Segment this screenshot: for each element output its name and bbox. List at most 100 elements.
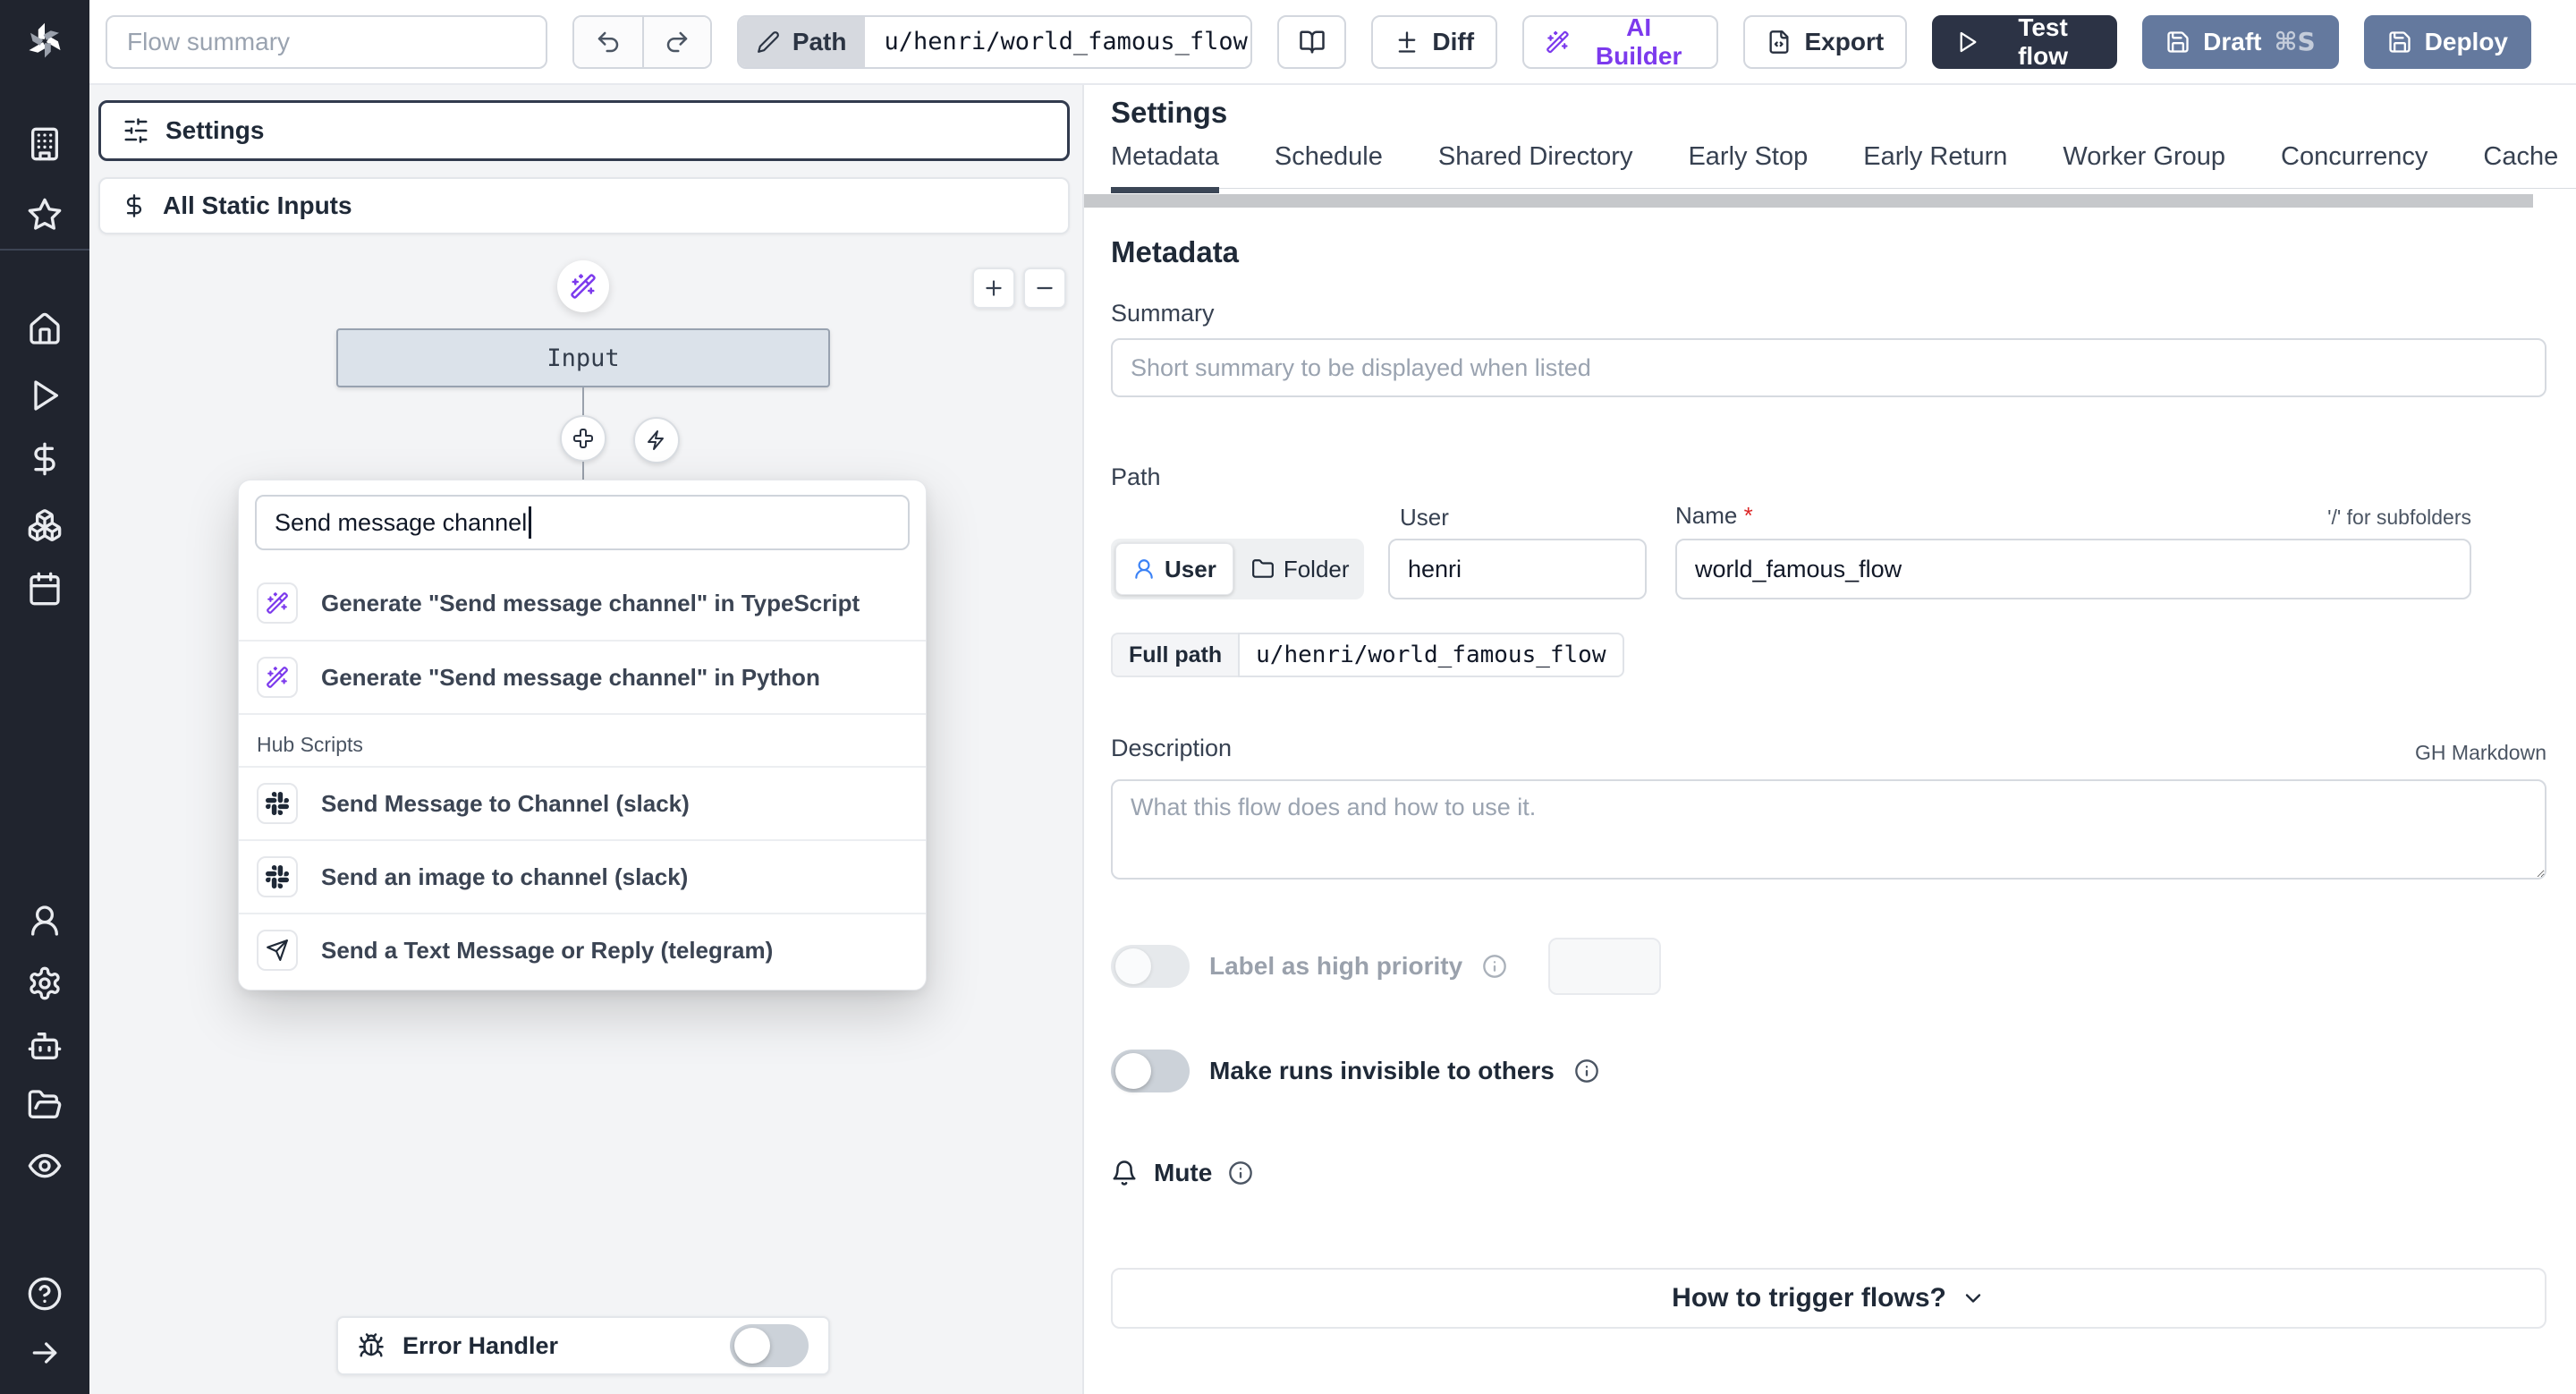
high-priority-label: Label as high priority [1209, 952, 1463, 980]
generate-python-item[interactable]: Generate "Send message channel" in Pytho… [239, 640, 926, 713]
path-section-label: Path [1111, 463, 1161, 490]
error-handler-node[interactable]: Error Handler [336, 1316, 830, 1375]
bug-icon [358, 1332, 385, 1359]
invisible-runs-label: Make runs invisible to others [1209, 1057, 1555, 1084]
high-priority-toggle[interactable] [1111, 945, 1190, 988]
hub-script-item[interactable]: Send a Text Message or Reply (telegram) [239, 913, 926, 986]
tab-shared-directory[interactable]: Shared Directory [1438, 142, 1633, 172]
bell-icon [1111, 1160, 1138, 1186]
owner-user-option[interactable]: User [1115, 543, 1233, 595]
zoom-in-button[interactable] [972, 268, 1015, 309]
cross-plus-icon [572, 428, 594, 449]
test-flow-label: Test flow [2018, 13, 2069, 70]
full-path-label: Full path [1111, 633, 1239, 677]
runs-play-icon[interactable] [27, 378, 63, 413]
tab-schedule[interactable]: Schedule [1275, 142, 1383, 172]
trigger-zap-button[interactable] [633, 417, 680, 463]
workers-bot-icon[interactable] [27, 1028, 63, 1064]
diff-button[interactable]: Diff [1371, 14, 1498, 69]
owner-folder-option[interactable]: Folder [1235, 543, 1366, 595]
variables-dollar-icon[interactable] [27, 441, 63, 477]
book-open-icon [1299, 29, 1326, 55]
flow-settings-panel: Settings Metadata Schedule Shared Direct… [1084, 85, 2576, 1394]
pencil-icon [757, 30, 780, 54]
invisible-runs-toggle[interactable] [1111, 1050, 1190, 1092]
zap-icon [646, 429, 667, 451]
flow-settings-button[interactable]: Settings [98, 100, 1070, 161]
export-label: Export [1804, 27, 1885, 55]
zoom-out-button[interactable] [1023, 268, 1066, 309]
how-to-trigger-button[interactable]: How to trigger flows? [1111, 1268, 2546, 1329]
user-icon[interactable] [27, 903, 63, 939]
metadata-heading: Metadata [1111, 235, 1240, 268]
edge-line [582, 387, 584, 416]
redo-button[interactable] [641, 16, 710, 67]
send-plane-icon [257, 930, 298, 971]
tab-cache[interactable]: Cache [2483, 142, 2558, 172]
slack-icon [257, 856, 298, 897]
owner-kind-segmented-control: User Folder [1111, 539, 1364, 599]
description-textarea[interactable] [1111, 779, 2546, 880]
windmill-logo-icon[interactable] [21, 17, 69, 65]
docs-book-button[interactable] [1277, 14, 1347, 69]
summary-input[interactable] [1111, 338, 2546, 397]
folders-icon[interactable] [27, 1087, 63, 1123]
tab-concurrency[interactable]: Concurrency [2281, 142, 2428, 172]
save-icon [2165, 30, 2190, 55]
star-icon[interactable] [27, 197, 63, 233]
step-search-input[interactable]: Send message channel [255, 495, 910, 550]
high-priority-row: Label as high priority [1111, 938, 1662, 995]
how-to-trigger-label: How to trigger flows? [1672, 1283, 1946, 1313]
error-handler-toggle[interactable] [730, 1324, 809, 1367]
all-static-inputs-label: All Static Inputs [163, 191, 352, 219]
suggestion-label: Generate "Send message channel" in Pytho… [321, 663, 820, 691]
draft-button[interactable]: Draft ⌘S [2142, 14, 2339, 69]
plus-icon [982, 276, 1005, 300]
resources-boxes-icon[interactable] [27, 507, 63, 543]
export-button[interactable]: Export [1743, 14, 1908, 69]
flow-summary-input[interactable] [106, 14, 547, 69]
deploy-label: Deploy [2424, 27, 2509, 55]
path-value[interactable]: u/henri/world_famous_flow [864, 16, 1251, 67]
tab-metadata[interactable]: Metadata [1111, 142, 1219, 193]
step-suggestion-list: Generate "Send message channel" in TypeS… [239, 566, 926, 986]
home-icon[interactable] [27, 311, 63, 347]
priority-value-input[interactable] [1548, 938, 1662, 995]
wand-sparkles-icon [570, 273, 597, 300]
play-icon [1955, 30, 1979, 55]
path-user-input[interactable] [1388, 539, 1647, 599]
user-icon [1132, 557, 1156, 581]
test-flow-button[interactable]: Test flow [1932, 13, 2118, 70]
tab-worker-group[interactable]: Worker Group [2063, 142, 2225, 172]
info-icon [1482, 954, 1507, 979]
path-name-input[interactable] [1675, 539, 2471, 599]
input-node[interactable]: Input [336, 328, 830, 387]
ai-builder-button[interactable]: AI Builder [1522, 13, 1719, 70]
deploy-button[interactable]: Deploy [2363, 14, 2532, 69]
expand-sidebar-arrow-icon[interactable] [27, 1335, 63, 1371]
tab-early-stop[interactable]: Early Stop [1688, 142, 1808, 172]
all-static-inputs-button[interactable]: All Static Inputs [98, 177, 1070, 234]
tabs-horizontal-scrollbar[interactable] [1084, 194, 2533, 208]
hub-script-item[interactable]: Send an image to channel (slack) [239, 839, 926, 913]
error-handler-label: Error Handler [402, 1331, 559, 1359]
audit-eye-icon[interactable] [27, 1148, 63, 1184]
ai-flow-wand-button[interactable] [557, 260, 609, 312]
info-icon [1574, 1058, 1599, 1084]
tab-early-return[interactable]: Early Return [1863, 142, 2007, 172]
hub-script-item[interactable]: Send Message to Channel (slack) [239, 766, 926, 839]
description-label: Description [1111, 735, 1233, 761]
hub-script-label: Send an image to channel (slack) [321, 863, 689, 890]
insert-step-button[interactable] [560, 415, 606, 462]
schedules-calendar-icon[interactable] [27, 571, 63, 607]
flow-graph-panel: Settings All Static Inputs Input Send me… [89, 85, 1084, 1394]
building-icon[interactable] [27, 126, 63, 162]
ai-builder-label: AI Builder [1595, 13, 1682, 70]
settings-gear-icon[interactable] [27, 965, 63, 1001]
minus-icon [1033, 276, 1056, 300]
generate-typescript-item[interactable]: Generate "Send message channel" in TypeS… [239, 566, 926, 640]
undo-button[interactable] [573, 16, 642, 67]
sidebar-divider [0, 249, 89, 251]
help-icon[interactable] [27, 1276, 63, 1312]
edit-path-button[interactable]: Path [738, 16, 865, 67]
